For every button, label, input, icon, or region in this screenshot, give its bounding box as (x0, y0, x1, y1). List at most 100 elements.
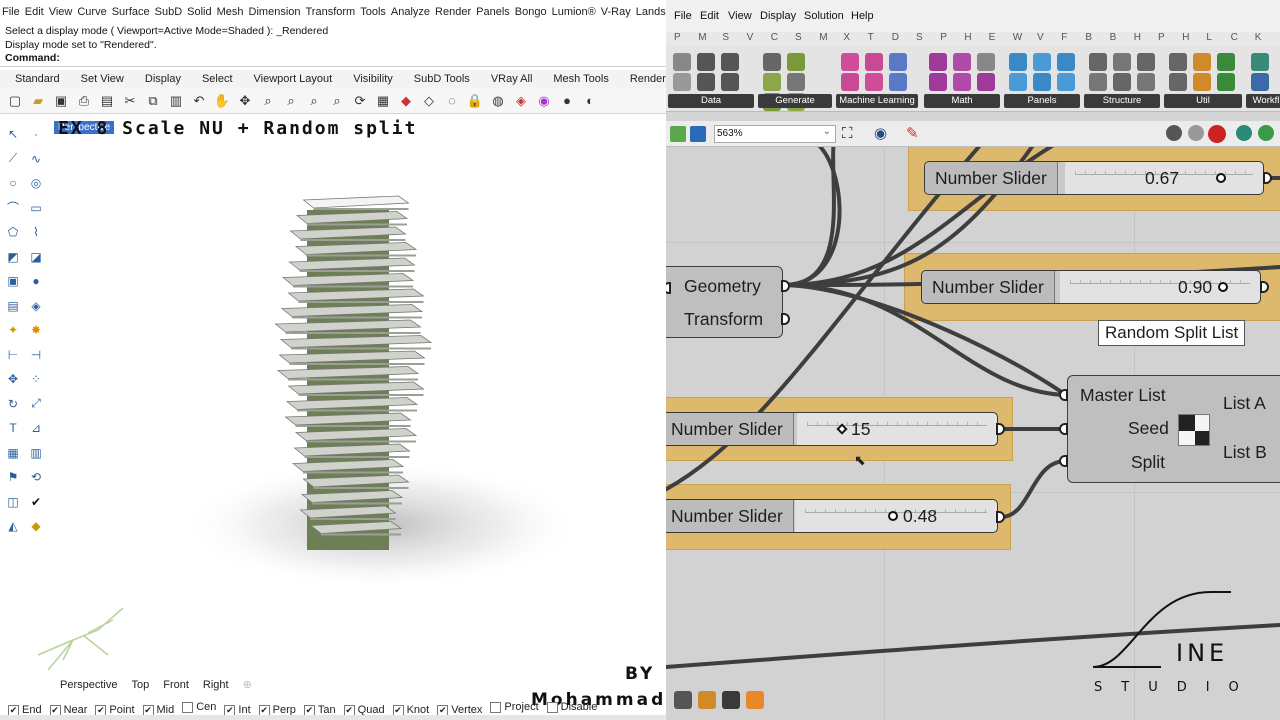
menu-panels[interactable]: Panels (476, 6, 510, 18)
paste-icon[interactable]: ▥ (167, 92, 185, 110)
tab-viewport-layout[interactable]: Viewport Layout (254, 70, 333, 88)
group-structure[interactable]: Structure (1084, 50, 1160, 108)
preview-eye-icon[interactable]: ◉ (874, 124, 887, 142)
input-port[interactable] (666, 282, 671, 294)
component-tab-letter[interactable]: P (674, 32, 681, 43)
osnap-mid[interactable]: ✔ Mid (142, 701, 174, 716)
tab-vray-all[interactable]: VRay All (491, 70, 533, 88)
circle-icon[interactable]: ○ (3, 173, 23, 193)
component-tab-letter[interactable]: T (868, 32, 874, 43)
component-tab-letter[interactable]: M (819, 32, 827, 43)
component-tab-letter[interactable]: P (1158, 32, 1165, 43)
sphere-icon[interactable]: ● (26, 271, 46, 291)
menu-surface[interactable]: Surface (112, 6, 150, 18)
random-split-component[interactable]: Master List Seed Split List A List B (1067, 375, 1280, 483)
component-tab-letter[interactable]: M (698, 32, 706, 43)
lock-icon[interactable]: 🔒 (466, 92, 484, 110)
gh-menu-file[interactable]: File (674, 10, 692, 22)
menu-lands-design[interactable]: Lands Design (636, 6, 666, 18)
group-workflow[interactable]: Workfl (1246, 50, 1280, 108)
undo-icon[interactable]: ↶ (190, 92, 208, 110)
group-math[interactable]: Math (924, 50, 1000, 108)
mesh-icon[interactable]: ◈ (26, 296, 46, 316)
component-tab-letter[interactable]: V (1037, 32, 1044, 43)
slider-grip[interactable] (887, 511, 898, 521)
component-tab-letter[interactable]: W (1013, 32, 1022, 43)
slider-track[interactable]: 0.67 (1065, 162, 1263, 194)
menu-render[interactable]: Render (435, 6, 471, 18)
group-util[interactable]: Util (1164, 50, 1242, 108)
osnap-point[interactable]: ✔ Point (95, 701, 135, 716)
tab-standard[interactable]: Standard (15, 70, 60, 88)
gh-plugin-icon[interactable] (746, 691, 764, 709)
menu-mesh[interactable]: Mesh (217, 6, 244, 18)
menu-file[interactable]: File (2, 6, 20, 18)
zoom-extents-icon[interactable]: ⌕ (305, 92, 323, 110)
component-tab-letter[interactable]: H (1134, 32, 1141, 43)
shaded-icon[interactable] (1208, 125, 1226, 143)
viewport-layout-icon[interactable]: ▦ (374, 92, 392, 110)
osnap-end[interactable]: ✔ End (8, 701, 42, 716)
new-icon[interactable]: ▢ (6, 92, 24, 110)
component-tab-letter[interactable]: S (795, 32, 802, 43)
layer-icon[interactable]: ◈ (512, 92, 530, 110)
text-icon[interactable]: T (3, 418, 23, 438)
menu-view[interactable]: View (49, 6, 73, 18)
tab-set-view[interactable]: Set View (81, 70, 124, 88)
menu-vray[interactable]: V-Ray (601, 6, 631, 18)
rotate-object-icon[interactable]: ↻ (3, 394, 23, 414)
hatch-icon[interactable]: ▥ (26, 443, 46, 463)
gh-menu-help[interactable]: Help (851, 10, 874, 22)
vp-tab-perspective[interactable]: Perspective (60, 676, 117, 694)
loft-icon[interactable]: ◪ (26, 247, 46, 267)
osnap-checkbox[interactable] (490, 701, 502, 713)
slider-grip[interactable] (1217, 282, 1228, 292)
point-icon[interactable]: · (26, 124, 46, 144)
component-tab-letter[interactable]: P (940, 32, 947, 43)
osnap-quad[interactable]: ✔ Quad (343, 701, 385, 716)
template-icon[interactable]: ▤ (98, 92, 116, 110)
osnap-checkbox[interactable]: ✔ (8, 704, 19, 716)
component-tab-letter[interactable]: L (1206, 32, 1212, 43)
osnap-knot[interactable]: ✔ Knot (392, 701, 429, 716)
add-viewport-icon[interactable]: ⊕ (243, 676, 252, 694)
osnap-checkbox[interactable]: ✔ (437, 704, 449, 716)
menu-bongo[interactable]: Bongo (515, 6, 547, 18)
sketch-pen-icon[interactable]: ✎ (906, 124, 919, 142)
polygon-icon[interactable]: ⬠ (3, 222, 23, 242)
menu-transform[interactable]: Transform (306, 6, 356, 18)
command-prompt[interactable]: Command: (0, 52, 666, 67)
paint-icon[interactable]: ◆ (26, 516, 46, 536)
rotate-view-icon[interactable]: ✥ (236, 92, 254, 110)
preview-selected-icon[interactable] (1236, 125, 1252, 141)
osnap-checkbox[interactable]: ✔ (142, 704, 154, 716)
osnap-int[interactable]: ✔ Int (224, 701, 251, 716)
array-icon[interactable]: ⁘ (26, 369, 46, 389)
component-tab-letter[interactable]: V (747, 32, 754, 43)
extrude-icon[interactable]: ▤ (3, 296, 23, 316)
ellipse-icon[interactable]: ◎ (26, 173, 46, 193)
gh-menu-view[interactable]: View (728, 10, 752, 22)
menu-dimension[interactable]: Dimension (249, 6, 301, 18)
osnap-checkbox[interactable]: ✔ (303, 704, 315, 716)
arc-icon[interactable]: ⌒ (3, 198, 23, 218)
copy-icon[interactable]: ⧉ (144, 92, 162, 110)
grid-icon[interactable]: ◇ (420, 92, 438, 110)
dimension-icon[interactable]: ⊿ (26, 418, 46, 438)
osnap-checkbox[interactable]: ✔ (224, 704, 236, 716)
osnap-tan[interactable]: ✔ Tan (303, 701, 336, 716)
transform-component[interactable]: Geometry Transform (666, 266, 783, 338)
zoom-extents-icon[interactable]: ⛶ (842, 125, 853, 142)
preview-mode-icon[interactable] (1166, 125, 1182, 141)
tab-mesh-tools[interactable]: Mesh Tools (553, 70, 608, 88)
open-icon[interactable]: ▰ (29, 92, 47, 110)
input-port-master-list[interactable] (1059, 389, 1068, 401)
component-tab-letter[interactable]: D (892, 32, 899, 43)
group-machine-learning[interactable]: Machine Learning (836, 50, 918, 108)
osnap-perp[interactable]: ✔ Perp (258, 701, 296, 716)
slider-track[interactable]: 0.90 (1060, 271, 1260, 303)
car-icon[interactable]: ◆ (397, 92, 415, 110)
tab-visibility[interactable]: Visibility (353, 70, 393, 88)
split-icon[interactable]: ⊣ (26, 345, 46, 365)
zoom-dropdown[interactable]: 563% (714, 124, 836, 143)
